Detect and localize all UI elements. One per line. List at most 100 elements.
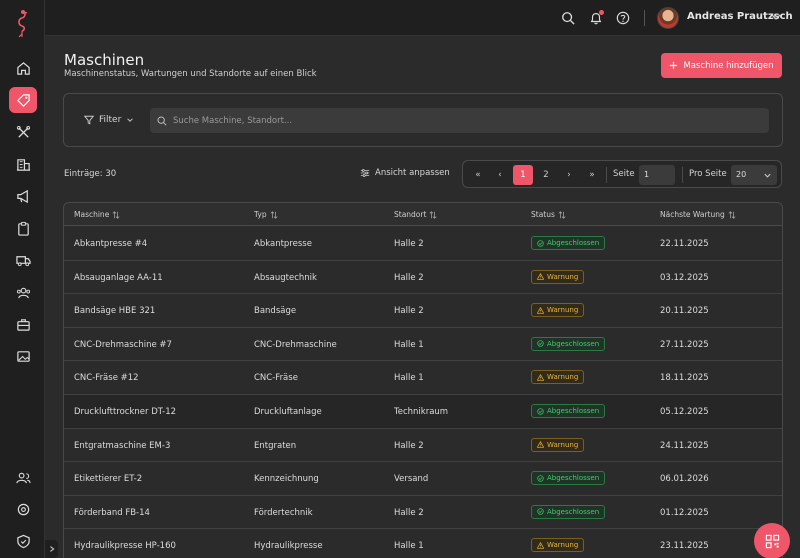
next-maintenance-date: 24.11.2025	[660, 440, 709, 451]
page-title: Maschinen	[64, 51, 145, 69]
add-machine-button[interactable]: Maschine hinzufügen	[661, 53, 782, 78]
per-page-select[interactable]: 20	[731, 165, 777, 185]
status-label: Warnung	[547, 306, 579, 315]
filter-panel: Filter	[63, 93, 783, 147]
last-page-button[interactable]: »	[582, 165, 602, 185]
column-header-machine[interactable]: Maschine	[74, 210, 120, 219]
machine-location: Halle 1	[394, 339, 424, 350]
image-icon	[16, 350, 30, 362]
sort-icon	[429, 210, 437, 219]
machines-table: Maschine Typ Standort Status Nächste War…	[63, 202, 783, 558]
machine-type: Kennzeichnung	[254, 474, 319, 485]
qr-scan-button[interactable]	[754, 523, 790, 558]
machine-name[interactable]: Entgratmaschine EM-3	[74, 441, 170, 451]
machine-name[interactable]: Förderband FB-14	[74, 508, 150, 518]
column-header-status[interactable]: Status	[531, 210, 566, 219]
sidebar-item-announcements[interactable]	[9, 183, 37, 209]
sidebar-item-security[interactable]	[9, 528, 37, 554]
notifications-button[interactable]	[587, 9, 605, 27]
warning-icon	[537, 441, 544, 448]
search-input[interactable]	[173, 115, 733, 126]
machine-name[interactable]: Drucklufttrockner DT-12	[74, 407, 176, 417]
next-maintenance-date: 27.11.2025	[660, 339, 709, 350]
chevron-right-icon	[49, 546, 54, 552]
sidebar-item-settings[interactable]	[9, 496, 37, 522]
table-row[interactable]: Abkantpresse #4 Abkantpresse Halle 2 Abgesc…	[64, 227, 782, 261]
table-row[interactable]: Förderband FB-14 Fördertechnik Halle 2 Abge…	[64, 496, 782, 530]
flamingo-logo-icon[interactable]	[12, 8, 32, 38]
table-row[interactable]: Bandsäge HBE 321 Bandsäge Halle 2 Warnung 20…	[64, 294, 782, 328]
machine-name[interactable]: Etikettierer ET-2	[74, 474, 142, 484]
warning-icon	[537, 306, 544, 314]
warning-icon	[537, 373, 544, 381]
table-row[interactable]: CNC-Drehmaschine #7 CNC-Drehmaschine Halle…	[64, 328, 782, 362]
machine-type: Fördertechnik	[254, 507, 313, 518]
warning-icon	[537, 273, 544, 280]
topbar: Andreas Prautzsch	[45, 0, 800, 36]
status-badge: Abgeschlossen	[531, 336, 606, 351]
entries-count: Einträge: 30	[64, 169, 117, 179]
machine-location: Halle 2	[394, 507, 424, 518]
table-row[interactable]: Hydraulikpresse HP-160 Hydraulikpresse Hal…	[64, 529, 782, 558]
column-header-next-maintenance[interactable]: Nächste Wartung	[660, 210, 736, 219]
avatar[interactable]	[657, 7, 679, 29]
status-label: Abgeschlossen	[547, 407, 600, 415]
prev-page-button[interactable]: ‹	[490, 165, 510, 185]
chevron-down-icon	[764, 173, 771, 178]
search-button[interactable]	[559, 9, 577, 27]
sidebar-item-gallery[interactable]	[9, 343, 37, 369]
table-row[interactable]: Entgratmaschine EM-3 Entgraten Halle 2 Warn…	[64, 429, 782, 463]
briefcase-icon	[16, 318, 30, 331]
sidebar-item-tools[interactable]	[9, 119, 37, 145]
sidebar-item-users[interactable]	[9, 464, 37, 490]
machine-name[interactable]: Hydraulikpresse HP-160	[74, 541, 176, 551]
next-page-button[interactable]: ›	[559, 165, 579, 185]
status-badge: Warnung	[531, 303, 585, 318]
table-row[interactable]: Drucklufttrockner DT-12 Druckluftanlage Te…	[64, 395, 782, 429]
first-page-button[interactable]: «	[468, 165, 488, 185]
status-badge: Abgeschlossen	[531, 236, 606, 250]
customize-view-button[interactable]: Ansicht anpassen	[360, 168, 450, 178]
sidebar-item-home[interactable]	[9, 55, 37, 81]
sidebar-item-logistics[interactable]	[9, 247, 37, 273]
filter-icon	[84, 115, 94, 125]
team-icon	[16, 287, 30, 298]
page-button[interactable]: 2	[536, 165, 556, 185]
table-row[interactable]: Etikettierer ET-2 Kennzeichnung Versand Abg…	[64, 462, 782, 496]
next-maintenance-date: 18.11.2025	[660, 373, 709, 384]
filter-button[interactable]: Filter	[84, 111, 134, 129]
machine-name[interactable]: CNC-Fräse #12	[74, 373, 139, 383]
add-machine-label: Maschine hinzufügen	[683, 60, 774, 71]
machine-name[interactable]: Bandsäge HBE 321	[74, 306, 155, 316]
per-page-label: Pro Seite	[689, 169, 727, 179]
machine-type: Hydraulikpresse	[254, 541, 323, 552]
machine-name[interactable]: Abkantpresse #4	[74, 239, 147, 249]
help-button[interactable]	[614, 9, 632, 27]
machine-type: Druckluftanlage	[254, 407, 322, 417]
sidebar-item-machines[interactable]	[9, 87, 37, 113]
sidebar-item-buildings[interactable]	[9, 151, 37, 177]
machine-name[interactable]: Absauganlage AA-11	[74, 273, 163, 283]
next-maintenance-date: 05.12.2025	[660, 407, 709, 417]
sidebar-item-tasks[interactable]	[9, 215, 37, 241]
page-number-input[interactable]: 1	[639, 165, 675, 185]
search-icon	[157, 116, 167, 126]
users-icon	[15, 472, 31, 483]
table-row[interactable]: CNC-Fräse #12 CNC-Fräse Halle 1 Warnung 18.1…	[64, 361, 782, 395]
machine-location: Halle 1	[394, 541, 424, 552]
check-circle-icon	[537, 508, 544, 515]
machine-type: Bandsäge	[254, 306, 297, 317]
machine-name[interactable]: CNC-Drehmaschine #7	[74, 340, 172, 350]
help-icon	[616, 11, 630, 25]
table-row[interactable]: Absauganlage AA-11 Absaugtechnik Halle 2 Wa…	[64, 261, 782, 295]
sidebar-collapse-button[interactable]	[45, 540, 58, 558]
page-button[interactable]: 1	[513, 165, 533, 185]
sidebar-item-teams[interactable]	[9, 279, 37, 305]
sidebar-item-jobs[interactable]	[9, 311, 37, 337]
status-badge: Warnung	[531, 538, 585, 553]
search-field[interactable]	[150, 108, 769, 133]
topbar-divider	[644, 10, 645, 26]
column-header-location[interactable]: Standort	[394, 210, 437, 219]
chevron-down-icon[interactable]	[770, 11, 782, 23]
column-header-type[interactable]: Typ	[254, 210, 278, 219]
